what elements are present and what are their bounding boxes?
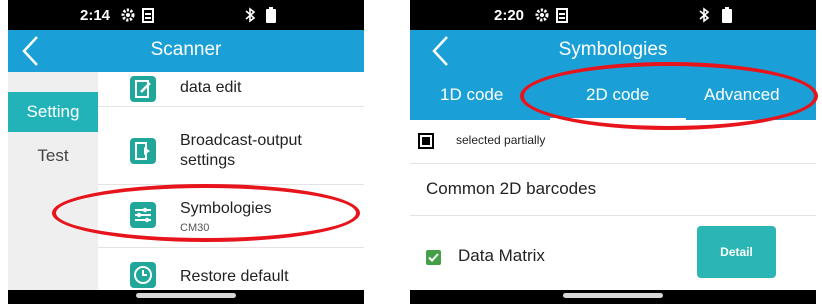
clipboard-icon <box>142 7 154 27</box>
home-indicator[interactable] <box>136 293 236 298</box>
battery-icon <box>266 7 276 27</box>
select-all-checkbox[interactable] <box>418 133 434 149</box>
status-bar: 2:20 <box>410 0 816 30</box>
tab-1d-code[interactable]: 1D code <box>440 85 503 105</box>
edit-icon <box>130 76 156 102</box>
sidebar-item-test[interactable]: Test <box>8 136 98 176</box>
list-item-broadcast-output-settings[interactable]: Broadcast-output settings <box>98 107 364 184</box>
app-title: Scanner <box>150 39 222 60</box>
divider <box>410 215 816 216</box>
sidebar: Setting Test <box>8 72 98 290</box>
settings-list: data edit Broadcast-output settings Symb… <box>98 72 364 290</box>
navigation-bar <box>8 290 364 304</box>
gear-icon <box>534 7 550 27</box>
app-title: Symbologies <box>558 39 668 60</box>
battery-icon <box>722 7 732 27</box>
sidebar-item-setting[interactable]: Setting <box>8 92 98 132</box>
list-item-data-edit[interactable]: data edit <box>98 72 364 106</box>
list-item-label: data edit <box>180 79 242 96</box>
broadcast-icon <box>130 138 156 164</box>
divider <box>410 163 816 164</box>
list-item-label: Restore default <box>180 268 289 285</box>
status-bar: 2:14 <box>8 0 364 30</box>
scanner-screen: 2:14 Scanner Setting Test data edit Broa… <box>8 0 364 304</box>
clock-icon <box>130 262 156 288</box>
data-matrix-label: Data Matrix <box>458 246 545 265</box>
highlight-oval-tabs <box>520 62 818 130</box>
clipboard-icon <box>556 7 568 27</box>
gear-icon <box>120 7 136 27</box>
symbology-content: selected partially Common 2D barcodes Da… <box>410 120 816 290</box>
bluetooth-icon <box>698 7 710 27</box>
highlight-oval-symbologies <box>52 184 360 242</box>
bluetooth-icon <box>244 7 256 27</box>
home-indicator[interactable] <box>563 293 663 298</box>
status-time: 2:20 <box>494 7 525 24</box>
status-time: 2:14 <box>80 7 111 24</box>
symbologies-screen: 2:20 Symbologies 1D code 2D code Advance… <box>410 0 816 304</box>
detail-button[interactable]: Detail <box>697 226 776 278</box>
app-bar: Scanner <box>8 30 364 72</box>
section-heading: Common 2D barcodes <box>426 179 597 198</box>
checkmark-icon <box>428 253 439 262</box>
selection-status: selected partially <box>456 133 546 147</box>
navigation-bar <box>410 290 816 304</box>
list-item-restore-default[interactable]: Restore default <box>98 248 364 290</box>
data-matrix-checkbox[interactable] <box>426 250 441 265</box>
list-item-label: Broadcast-output settings <box>180 132 302 169</box>
